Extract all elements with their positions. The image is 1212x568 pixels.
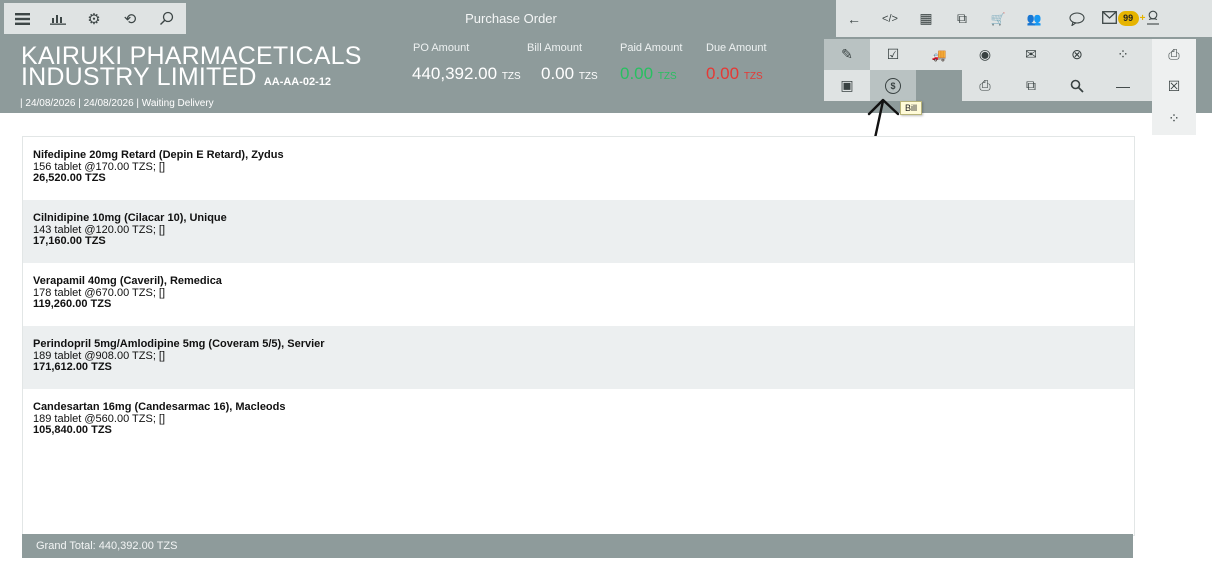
list-item[interactable]: Candesartan 16mg (Candesarmac 16), Macle…	[23, 389, 1134, 452]
paid-amount-currency: TZS	[657, 71, 677, 82]
app-title: Purchase Order	[465, 11, 557, 26]
item-amount: 17,160.00 TZS	[33, 235, 106, 247]
notification-badge: 99	[1117, 11, 1139, 26]
delivery-truck-icon[interactable]: 🚚	[916, 39, 962, 70]
bill-amount-number: 0.00	[541, 64, 575, 83]
bill-tooltip: Bill	[900, 101, 923, 115]
item-name: Perindopril 5mg/Amlodipine 5mg (Coveram …	[33, 338, 325, 350]
item-name: Nifedipine 20mg Retard (Depin E Retard),…	[33, 149, 284, 161]
print-icon[interactable]: ⎙	[962, 70, 1008, 101]
right-toolbar: ← </> ▦ ⧉ 🛒 👥 99 +	[836, 0, 1212, 37]
paid-amount-label: Paid Amount	[620, 42, 683, 54]
notification-plus: +	[1139, 13, 1146, 24]
item-detail: 178 tablet @670.00 TZS; []	[33, 286, 166, 299]
history-icon[interactable]: ⟲	[112, 3, 148, 34]
item-detail: 189 tablet @560.00 TZS; []	[33, 412, 166, 425]
due-amount-currency: TZS	[743, 71, 763, 82]
back-arrow-icon[interactable]: ←	[836, 0, 872, 37]
item-amount: 105,840.00 TZS	[33, 424, 112, 436]
item-detail: 143 tablet @120.00 TZS; []	[33, 223, 166, 236]
top-bar: ⚙ ⟲ Purchase Order ← </> ▦ ⧉ 🛒 👥 99 +	[0, 0, 1212, 37]
item-amount: 119,260.00 TZS	[33, 298, 112, 310]
chart-icon[interactable]	[40, 3, 76, 34]
minus-icon[interactable]: —	[1100, 70, 1146, 101]
left-toolbar: ⚙ ⟲	[4, 3, 186, 34]
settings-icon[interactable]: ⚙	[76, 3, 112, 34]
paid-amount-number: 0.00	[620, 64, 654, 83]
panel-gap	[916, 70, 962, 101]
item-name: Cilnidipine 10mg (Cilacar 10), Unique	[33, 212, 227, 224]
list-item[interactable]: Cilnidipine 10mg (Cilacar 10), Unique 14…	[23, 200, 1134, 263]
copy-icon[interactable]: ⧉	[1008, 70, 1054, 101]
mail-notification[interactable]: 99 +	[1101, 0, 1160, 37]
item-detail: 156 tablet @170.00 TZS; []	[33, 160, 166, 173]
po-amount-number: 440,392.00	[412, 64, 498, 83]
side-actions: ⎙ ☒ ⁘	[1152, 39, 1196, 135]
vendor-line-2: INDUSTRY LIMITED AA-AA-02-12	[21, 65, 411, 93]
loading-icon[interactable]: ⁘	[1100, 39, 1146, 70]
excel-export-icon[interactable]: ☒	[1152, 71, 1196, 102]
email-icon[interactable]: ✉	[1008, 39, 1054, 70]
users-icon[interactable]: 👥	[1016, 0, 1052, 37]
chat-icon[interactable]	[1052, 0, 1102, 37]
side-loading-icon[interactable]: ⁘	[1152, 103, 1196, 134]
vendor-line-2-text: INDUSTRY LIMITED	[21, 63, 257, 91]
paid-amount-value: 0.00 TZS	[620, 64, 677, 84]
search-icon[interactable]	[148, 3, 184, 34]
bill-amount-value: 0.00 TZS	[541, 64, 598, 84]
grand-total-bar: Grand Total: 440,392.00 TZS	[22, 534, 1133, 558]
search-action-icon[interactable]	[1054, 70, 1100, 101]
po-code: AA-AA-02-12	[263, 76, 332, 88]
po-amount-value: 440,392.00 TZS	[412, 64, 521, 84]
bill-amount-currency: TZS	[578, 71, 598, 82]
clipboard-icon[interactable]: ⧉	[944, 0, 980, 37]
vendor-name: KAIRUKI PHARMACETICALS INDUSTRY LIMITED …	[21, 44, 411, 93]
item-amount: 171,612.00 TZS	[33, 361, 112, 373]
calculator-icon[interactable]: ▦	[908, 0, 944, 37]
item-amount: 26,520.00 TZS	[33, 172, 106, 184]
due-amount-label: Due Amount	[706, 42, 767, 54]
list-item[interactable]: Nifedipine 20mg Retard (Depin E Retard),…	[23, 137, 1134, 200]
code-icon[interactable]: </>	[872, 0, 908, 37]
cart-icon[interactable]: 🛒	[980, 0, 1016, 37]
due-amount-number: 0.00	[706, 64, 740, 83]
edit-icon[interactable]: ✎	[824, 39, 870, 70]
cancel-icon[interactable]: ⊗	[1054, 39, 1100, 70]
due-amount-value: 0.00 TZS	[706, 64, 763, 84]
side-print-icon[interactable]: ⎙	[1152, 39, 1196, 70]
list-item[interactable]: Perindopril 5mg/Amlodipine 5mg (Coveram …	[23, 326, 1134, 389]
mail-icon	[1101, 10, 1117, 27]
item-name: Verapamil 40mg (Caveril), Remedica	[33, 275, 222, 287]
bill-amount-label: Bill Amount	[527, 42, 583, 54]
user-icon[interactable]	[1146, 10, 1160, 28]
po-amount-currency: TZS	[501, 71, 521, 82]
item-detail: 189 tablet @908.00 TZS; []	[33, 349, 166, 362]
po-meta: | 24/08/2026 | 24/08/2026 | Waiting Deli…	[20, 98, 214, 109]
po-items-list: Nifedipine 20mg Retard (Depin E Retard),…	[22, 136, 1135, 536]
item-name: Candesartan 16mg (Candesarmac 16), Macle…	[33, 401, 286, 413]
po-amount-label: PO Amount	[413, 42, 470, 54]
record-icon[interactable]: ◉	[962, 39, 1008, 70]
list-item[interactable]: Verapamil 40mg (Caveril), Remedica 178 t…	[23, 263, 1134, 326]
approve-icon[interactable]: ☑	[870, 39, 916, 70]
menu-icon[interactable]	[4, 3, 40, 34]
